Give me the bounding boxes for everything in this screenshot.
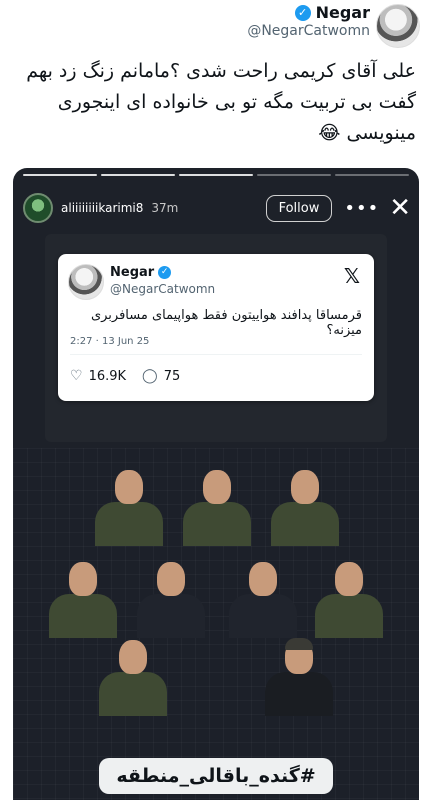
person-photo: [227, 560, 299, 638]
person-photo: [269, 468, 341, 546]
embedded-author-avatar: [68, 264, 104, 300]
story-header: aliiiiiiiikarimi8 37m Follow ••• ✕: [23, 192, 411, 224]
reply-bubble-icon: ◯: [142, 368, 158, 384]
story-username[interactable]: aliiiiiiiikarimi8: [61, 201, 143, 215]
replies-stat: ◯ 75: [142, 368, 180, 384]
verified-badge-icon: ✓: [158, 266, 172, 279]
likes-count: 16.9K: [88, 368, 127, 384]
divider: [70, 354, 362, 355]
embedded-tweet-stats: ♡ 16.9K ◯ 75: [70, 368, 180, 384]
person-photo: [93, 468, 165, 546]
close-icon[interactable]: ✕: [389, 195, 411, 221]
tweet-text: علی آقای کریمی راحت شدی ؟مامانم زنگ زد ب…: [26, 60, 416, 144]
follow-button[interactable]: Follow: [265, 194, 333, 222]
author-handle[interactable]: @NegarCatwomn: [247, 23, 370, 39]
author-name-row: Negar ✓: [294, 3, 370, 22]
progress-segment: [23, 174, 97, 176]
person-photo: [97, 638, 169, 716]
person-photo: [181, 468, 253, 546]
progress-segment: [335, 174, 409, 176]
embedded-tweet-timestamp: 2:27 · 13 Jun 25: [70, 336, 150, 347]
author-name[interactable]: Negar: [316, 3, 370, 22]
person-photo: [47, 560, 119, 638]
person-photo: [313, 560, 385, 638]
story-user-avatar[interactable]: [23, 193, 53, 223]
embedded-tweet-card[interactable]: Negar ✓ @NegarCatwomn 𝕏 قرمساقا پدافند ه…: [58, 254, 374, 401]
tweet-header: Negar ✓ @NegarCatwomn: [0, 0, 432, 50]
embedded-author-handle: @NegarCatwomn: [110, 282, 216, 296]
hashtag-sticker[interactable]: #گنده_باقالی_منطقه: [99, 758, 333, 794]
x-logo-icon: 𝕏: [343, 264, 360, 288]
verified-badge-icon: ✓: [294, 4, 311, 21]
progress-segment: [101, 174, 175, 176]
story-card[interactable]: aliiiiiiiikarimi8 37m Follow ••• ✕ Negar…: [13, 168, 419, 800]
more-dots-icon[interactable]: •••: [344, 198, 379, 219]
progress-segment: [257, 174, 331, 176]
author-avatar[interactable]: [376, 4, 420, 48]
replies-count: 75: [163, 368, 181, 384]
embedded-author-name: Negar: [110, 265, 155, 280]
officials-photo-collage: #گنده_باقالی_منطقه: [13, 448, 419, 800]
story-progress-bar: [23, 174, 409, 176]
person-photo: [263, 638, 335, 716]
embedded-name-row: Negar ✓: [110, 265, 172, 280]
person-photo: [135, 560, 207, 638]
progress-segment: [179, 174, 253, 176]
likes-stat: ♡ 16.9K: [70, 368, 126, 384]
heart-icon: ♡: [70, 368, 83, 384]
story-time: 37m: [151, 201, 179, 215]
embedded-tweet-text: قرمساقا پدافند هواییتون فقط هواپیمای مسا…: [90, 308, 362, 338]
